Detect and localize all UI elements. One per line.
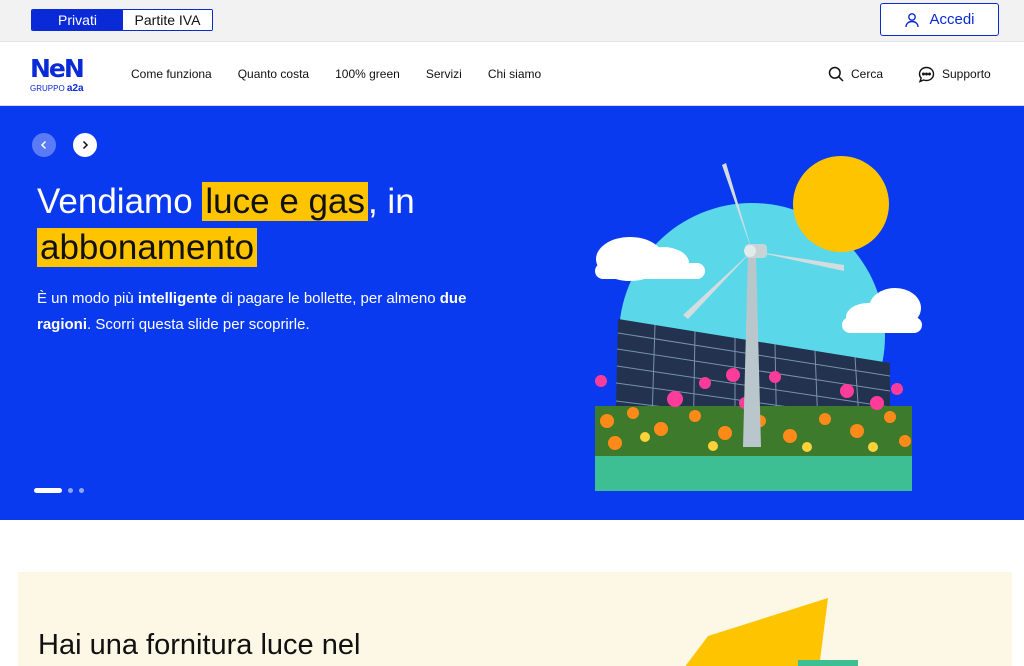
logo-wordmark: NeN [30,54,85,83]
hero-title-highlight-abbonamento: abbonamento [37,228,258,267]
hero-carousel: Vendiamo luce e gas, in abbonamento È un … [0,106,1024,520]
login-button[interactable]: Accedi [880,3,999,36]
segment-privati[interactable]: Privati [32,10,123,30]
hero-title-highlight-luce-gas: luce e gas [202,182,368,221]
segment-partite-iva[interactable]: Partite IVA [123,10,212,30]
top-utility-bar: Privati Partite IVA Accedi [0,0,1024,42]
teaser-illustration [685,598,858,666]
teaser-title: Hai una fornitura luce nel [38,629,361,661]
search-icon [828,66,844,82]
carousel-dot[interactable] [79,488,84,493]
hero-title-middle: , in [367,182,415,221]
nen-logo[interactable]: NeN GRUPPO a2a [30,56,86,94]
support-label: Supporto [942,67,991,81]
main-navigation: NeN GRUPPO a2a Come funziona Quanto cost… [0,42,1024,106]
carousel-dot[interactable] [68,488,73,493]
hero-illustration-renewable [595,156,922,491]
nav-menu: Come funziona Quanto costa 100% green Se… [131,42,541,106]
login-label: Accedi [929,11,975,28]
carousel-pagination [34,488,84,493]
carousel-prev-button[interactable] [32,133,56,157]
nav-item-quanto-costa[interactable]: Quanto costa [238,67,309,81]
nav-item-100-green[interactable]: 100% green [335,67,400,81]
hero-bold-intelligente: intelligente [137,290,218,307]
nav-item-chi-siamo[interactable]: Chi siamo [488,67,541,81]
chevron-right-icon [82,140,89,150]
supply-teaser-section: Hai una fornitura luce nel [18,572,1012,666]
chevron-left-icon [40,140,47,150]
nav-item-servizi[interactable]: Servizi [426,67,462,81]
nav-item-come-funziona[interactable]: Come funziona [131,67,212,81]
chat-bubble-icon [918,66,935,83]
customer-type-switch: Privati Partite IVA [31,9,213,31]
hero-title: Vendiamo luce e gas, in abbonamento [37,179,517,271]
support-button[interactable]: Supporto [918,42,991,106]
carousel-next-button[interactable] [73,133,97,157]
search-button[interactable]: Cerca [828,42,883,106]
search-label: Cerca [851,67,884,81]
hero-title-start: Vendiamo [37,182,203,221]
carousel-dot[interactable] [34,488,62,493]
logo-group-line: GRUPPO a2a [30,83,84,94]
sun-illustration [793,156,889,252]
user-icon [905,12,920,27]
hero-description: È un modo più intelligente di pagare le … [37,290,467,333]
